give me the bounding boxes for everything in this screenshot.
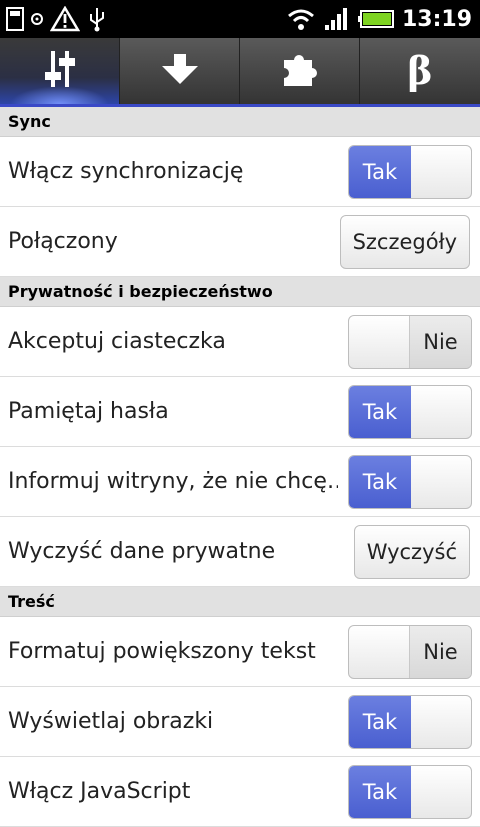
toggle-off-label: Nie [409,625,471,678]
enable-sync-toggle[interactable]: Tak [348,144,472,199]
tab-beta[interactable]: β [360,38,480,104]
beta-label: β [407,48,433,93]
status-bar: 13:19 [0,0,480,38]
section-header-privacy: Prywatność i bezpieczeństwo [0,277,480,307]
usb-icon [86,6,108,32]
setting-row-accept-cookies: Akceptuj ciasteczka Nie [0,307,480,377]
toggle-off-label: Nie [409,315,471,368]
do-not-track-toggle[interactable]: Tak [348,454,472,509]
toggle-on-label: Tak [349,695,411,748]
enable-javascript-toggle[interactable]: Tak [348,764,472,819]
warning-icon [50,6,80,32]
show-images-toggle[interactable]: Tak [348,694,472,749]
setting-row-reflow-text: Formatuj powiększony tekst Nie [0,617,480,687]
clear-button[interactable]: Wyczyść [353,524,470,579]
setting-label: Akceptuj ciasteczka [8,329,226,354]
settings-list: Sync Włącz synchronizację Tak Połączony … [0,107,480,827]
setting-row-clear-private-data: Wyczyść dane prywatne Wyczyść [0,517,480,587]
toggle-on-label: Tak [349,765,411,818]
setting-label: Włącz JavaScript [8,779,191,804]
remember-passwords-toggle[interactable]: Tak [348,384,472,439]
setting-label: Formatuj powiększony tekst [8,639,316,664]
tab-downloads[interactable] [120,38,240,104]
setting-label: Włącz synchronizację [8,159,244,184]
setting-label: Informuj witryny, że nie chcę… [8,469,338,494]
status-time: 13:19 [401,6,472,32]
settings-sliders-icon [43,49,77,93]
setting-row-do-not-track: Informuj witryny, że nie chcę… Tak [0,447,480,517]
setting-row-remember-passwords: Pamiętaj hasła Tak [0,377,480,447]
setting-label: Połączony [8,229,118,254]
download-arrow-icon [160,52,200,90]
section-header-sync: Sync [0,107,480,137]
battery-icon [357,10,394,28]
tab-bar: β [0,38,480,107]
setting-row-connected: Połączony Szczegóły [0,207,480,277]
toggle-on-label: Tak [349,145,411,198]
toggle-on-label: Tak [349,385,411,438]
wifi-icon [286,7,316,31]
setting-row-show-images: Wyświetlaj obrazki Tak [0,687,480,757]
setting-label: Wyświetlaj obrazki [8,709,214,734]
setting-row-enable-javascript: Włącz JavaScript Tak [0,757,480,827]
signal-icon [324,7,350,31]
tab-general-settings[interactable] [0,38,120,104]
section-header-content: Treść [0,587,480,617]
settings-icon [30,12,44,26]
toggle-on-label: Tak [349,455,411,508]
accept-cookies-toggle[interactable]: Nie [348,314,472,369]
setting-label: Pamiętaj hasła [8,399,169,424]
sd-card-icon [6,7,24,31]
setting-row-enable-sync: Włącz synchronizację Tak [0,137,480,207]
setting-label: Wyczyść dane prywatne [8,539,276,564]
tab-addons[interactable] [240,38,360,104]
puzzle-piece-icon [280,50,320,92]
reflow-text-toggle[interactable]: Nie [348,624,472,679]
details-button[interactable]: Szczegóły [339,214,470,269]
